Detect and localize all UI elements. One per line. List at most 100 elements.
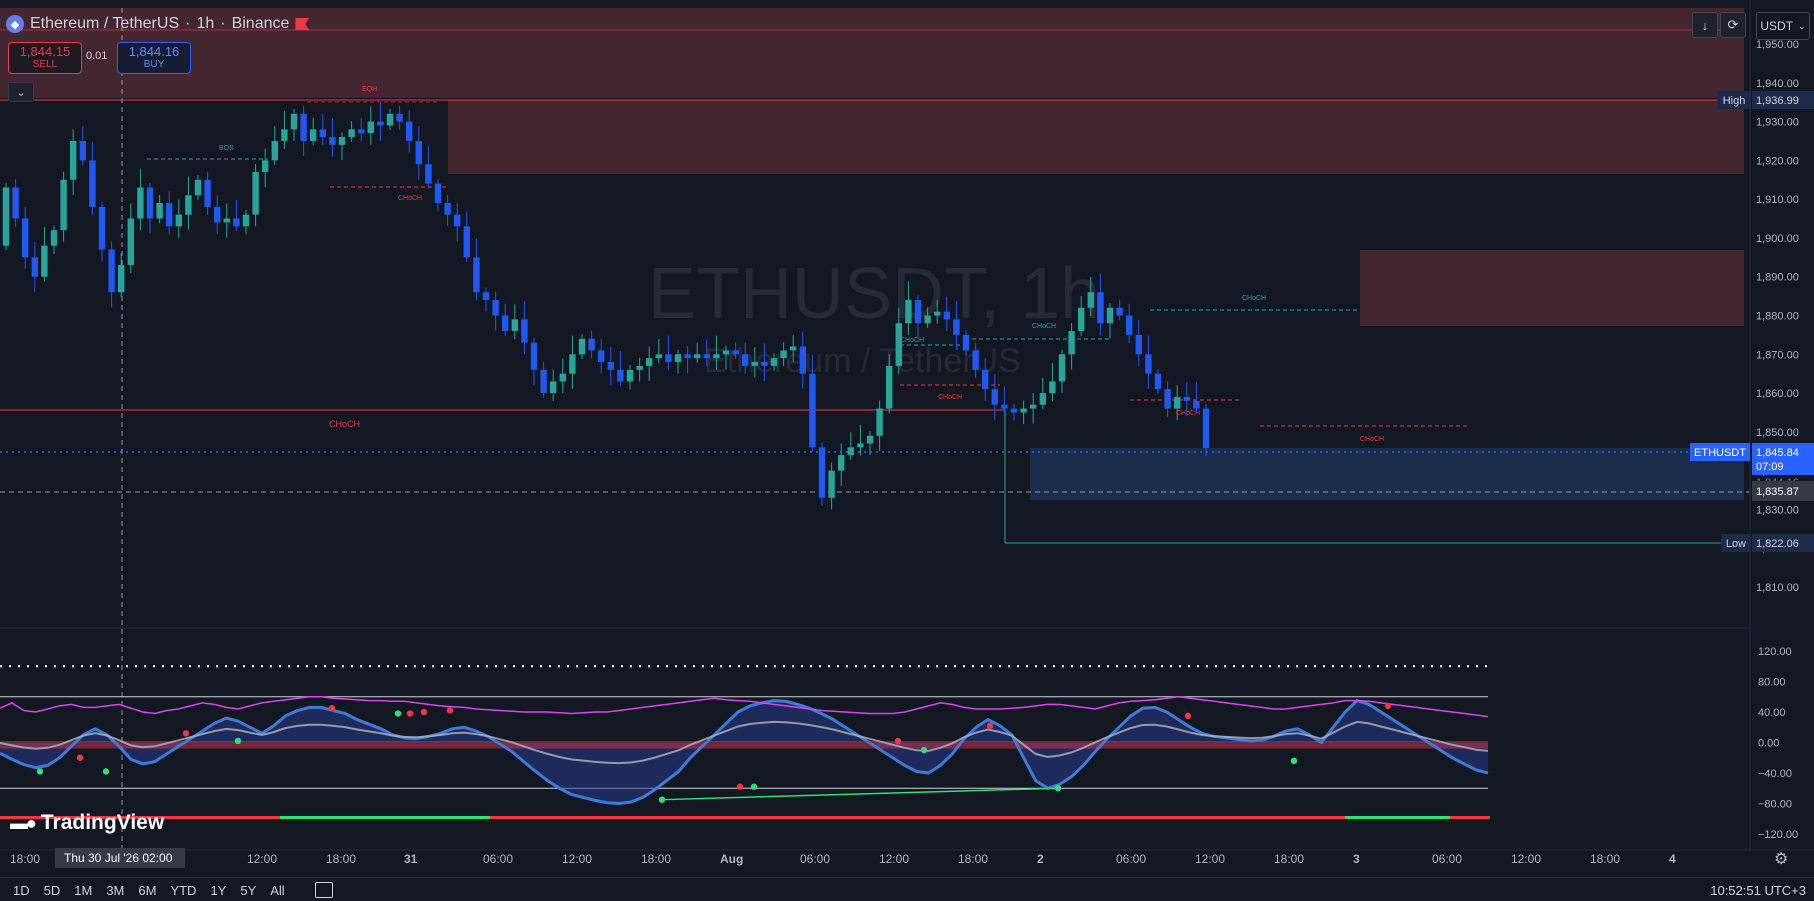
candle-body — [866, 435, 874, 444]
candle-body — [175, 214, 182, 227]
candle-body — [185, 195, 192, 215]
candle-body — [1183, 396, 1190, 401]
range-1d[interactable]: 1D — [13, 883, 30, 898]
candle-body — [1087, 292, 1094, 308]
chart-canvas[interactable]: BOS EQH CHoCH CHoCH CHoCH CHoCH CHoCH CH… — [0, 0, 1814, 901]
buy-button[interactable]: 1,844.16 BUY — [117, 42, 191, 74]
clock[interactable]: 10:52:51 UTC+3 — [1710, 883, 1806, 898]
candle-body — [809, 373, 816, 448]
time-tick: 06:00 — [800, 852, 830, 866]
time-tick: 12:00 — [1195, 852, 1225, 866]
range-5y[interactable]: 5Y — [240, 883, 256, 898]
candle-body — [1154, 373, 1162, 390]
candle-body — [905, 299, 912, 324]
candle-body — [214, 206, 221, 223]
sell-button[interactable]: 1,844.15 SELL — [8, 42, 82, 74]
candle-body — [1001, 404, 1008, 409]
range-ytd[interactable]: YTD — [170, 883, 196, 898]
svg-text:High: High — [1723, 95, 1746, 107]
candle-body — [1039, 393, 1046, 405]
candle-body — [761, 362, 768, 366]
symbol-header[interactable]: ◆ Ethereum / TetherUS · 1h · Binance — [6, 10, 310, 38]
gear-icon[interactable]: ⚙ — [1774, 849, 1788, 869]
time-tick: 4 — [1669, 852, 1676, 866]
price-tick: 1,850.00 — [1756, 427, 1799, 439]
candle-body — [262, 160, 269, 172]
candle-body — [444, 203, 451, 215]
candle-body — [204, 179, 211, 207]
candle-body — [89, 160, 96, 207]
candle-body — [694, 354, 701, 359]
osc-signal-dot — [736, 783, 744, 790]
candle-body — [290, 113, 298, 130]
candle-body — [425, 164, 432, 184]
range-3m[interactable]: 3M — [106, 883, 124, 898]
candle-body — [511, 319, 518, 332]
refresh-icon: ⟳ — [1727, 17, 1739, 32]
candle-body — [166, 203, 173, 227]
candle-body — [818, 447, 826, 498]
osc-trend-bar — [490, 816, 1345, 819]
time-tick: 12:00 — [1511, 852, 1541, 866]
arrow-down-icon: ↓ — [1701, 17, 1709, 33]
osc-tick: −40.00 — [1758, 768, 1792, 780]
svg-text:1,936.99: 1,936.99 — [1756, 95, 1799, 107]
candle-body — [588, 338, 595, 351]
candle-body — [838, 455, 845, 471]
candle-body — [1058, 354, 1066, 382]
candle-body — [674, 354, 682, 363]
candle-body — [377, 121, 384, 126]
refresh-button[interactable]: ⟳ — [1720, 12, 1746, 38]
candle-body — [607, 362, 614, 370]
osc-tick: 0.00 — [1758, 738, 1779, 750]
candle-body — [41, 245, 48, 277]
candle-body — [982, 369, 989, 390]
currency-select[interactable]: USDT ⌄ — [1756, 12, 1810, 40]
range-1y[interactable]: 1Y — [210, 883, 226, 898]
range-5d[interactable]: 5D — [44, 883, 61, 898]
candle-body — [828, 470, 835, 498]
candle-body — [1068, 331, 1075, 355]
flag-icon[interactable] — [295, 18, 310, 30]
candle-body — [502, 315, 509, 332]
candle-body — [886, 365, 893, 409]
candle-body — [703, 354, 710, 359]
osc-signal-dot — [446, 707, 454, 714]
candle-body — [799, 346, 806, 374]
collapse-button[interactable]: ⌄ — [8, 82, 34, 102]
candle-body — [406, 121, 413, 141]
candle-body — [329, 137, 336, 145]
range-all[interactable]: All — [270, 883, 284, 898]
sell-label: SELL — [32, 59, 58, 70]
candle-body — [626, 369, 634, 382]
symbol-name[interactable]: Ethereum / TetherUS — [30, 15, 179, 33]
download-button[interactable]: ↓ — [1692, 12, 1718, 38]
candle-body — [569, 354, 576, 374]
candle-body — [492, 299, 499, 316]
candle-body — [722, 350, 730, 355]
osc-signal-dot — [328, 704, 336, 712]
candle-body — [1145, 354, 1152, 374]
osc-signal-dot — [1054, 785, 1062, 792]
candle-body — [118, 265, 125, 293]
candle-body — [1020, 408, 1027, 413]
calendar-icon[interactable] — [314, 882, 333, 898]
candle-body — [434, 183, 442, 204]
osc-signal-dot — [750, 783, 758, 790]
range-6m[interactable]: 6M — [138, 883, 156, 898]
price-axis[interactable]: 1,950.00 1,940.00 1,930.00 1,920.00 1,910.00… — [1756, 39, 1799, 594]
price-tick: 1,920.00 — [1756, 155, 1799, 167]
price-tick: 1,810.00 — [1756, 582, 1799, 594]
price-tick: 1,880.00 — [1756, 311, 1799, 323]
osc-signal-dot — [234, 737, 242, 745]
candle-body — [367, 121, 374, 134]
candle-body — [454, 214, 461, 227]
candle-body — [1174, 396, 1181, 409]
chevron-down-icon: ⌄ — [1798, 20, 1806, 31]
time-tick: 12:00 — [879, 852, 909, 866]
candle-body — [530, 342, 538, 370]
candle-body — [137, 187, 144, 219]
time-tick: 18:00 — [10, 852, 40, 866]
range-1m[interactable]: 1M — [74, 883, 92, 898]
interval-label[interactable]: 1h — [196, 15, 214, 33]
